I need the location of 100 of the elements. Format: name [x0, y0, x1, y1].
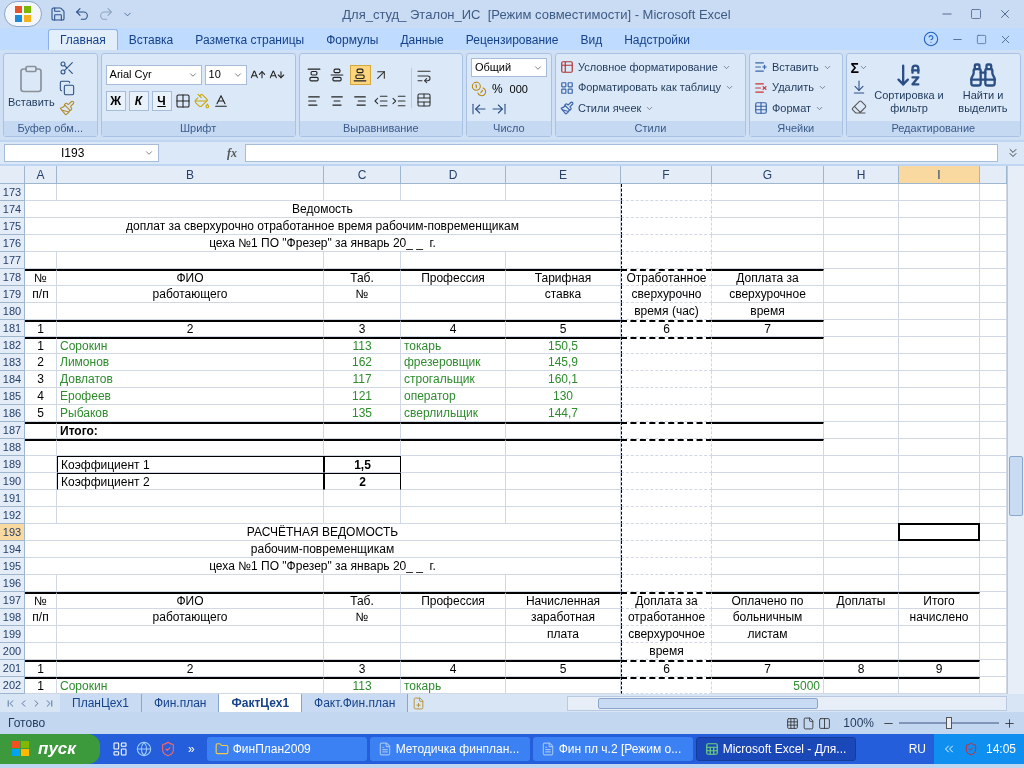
align-middle-icon: [330, 67, 345, 82]
ribbon-tab[interactable]: Вид: [569, 29, 614, 50]
increase-decimal-icon[interactable]: [470, 101, 487, 117]
autosum-button[interactable]: Σ: [850, 60, 868, 75]
cut-icon[interactable]: [58, 59, 75, 76]
shield-icon[interactable]: [160, 741, 176, 757]
underline-button[interactable]: Ч: [151, 90, 172, 111]
ribbon-tab[interactable]: Разметка страницы: [184, 29, 316, 50]
sort-filter-button[interactable]: Сортировка и фильтр: [872, 60, 946, 115]
column-header[interactable]: G: [762, 166, 773, 184]
ribbon-tab[interactable]: Главная: [48, 29, 118, 50]
table-cell: время (час): [621, 303, 712, 320]
table-cell: 1: [25, 337, 57, 354]
format-painter-icon[interactable]: [58, 99, 75, 116]
column-header[interactable]: B: [186, 166, 194, 184]
group-label: Редактирование: [846, 121, 1020, 136]
thousands-button[interactable]: 000: [507, 80, 530, 98]
expand-icon[interactable]: [1006, 146, 1020, 160]
language-indicator[interactable]: RU: [908, 740, 926, 758]
new-sheet-icon[interactable]: [412, 696, 426, 710]
cells-menu-button[interactable]: Вставить: [754, 58, 832, 76]
styles-menu-button[interactable]: Стили ячеек: [559, 99, 734, 117]
group-label: Ячейки: [750, 121, 842, 136]
coins-icon[interactable]: [470, 81, 487, 97]
number-format-dropdown[interactable]: Общий: [470, 58, 547, 77]
formula-input[interactable]: [245, 144, 998, 162]
name-box[interactable]: I193: [4, 144, 159, 162]
grid-icon: [559, 80, 574, 95]
column-header[interactable]: F: [662, 166, 670, 184]
close-icon[interactable]: [998, 7, 1012, 21]
zoom-level: 100%: [843, 715, 874, 732]
restore-icon[interactable]: [976, 33, 987, 45]
first-sheet-icon[interactable]: [5, 697, 16, 709]
ribbon-tab[interactable]: Данные: [389, 29, 455, 50]
vertical-scrollbar[interactable]: [1007, 166, 1024, 694]
undo-icon[interactable]: [74, 6, 90, 22]
folder-icon: [214, 742, 229, 756]
cells-menu-button[interactable]: Формат: [754, 99, 832, 117]
sheet-tab[interactable]: Фин.план: [141, 694, 220, 712]
normal-view-icon[interactable]: [786, 716, 800, 730]
borders-icon[interactable]: [174, 92, 191, 109]
fill-color-icon[interactable]: [193, 92, 210, 109]
column-header[interactable]: C: [357, 166, 367, 184]
antivirus-icon[interactable]: [963, 742, 978, 756]
office-button[interactable]: [4, 1, 42, 27]
italic-button[interactable]: К: [128, 90, 149, 111]
sheet-tab[interactable]: Факт.Фин.план: [302, 694, 409, 712]
cells-menu-button[interactable]: Удалить: [754, 79, 832, 96]
decrease-decimal-icon[interactable]: [490, 101, 507, 117]
page-break-icon[interactable]: [818, 716, 832, 730]
more-button[interactable]: »: [188, 740, 195, 758]
status-text: Готово: [8, 715, 46, 732]
bold-button[interactable]: Ж: [105, 90, 126, 111]
browser-icon[interactable]: [136, 741, 152, 757]
zoom-in-icon[interactable]: [1003, 716, 1016, 730]
caret-icon[interactable]: [144, 148, 154, 158]
help-icon[interactable]: [923, 31, 939, 47]
column-header[interactable]: E: [559, 166, 567, 184]
taskbar-button[interactable]: Методичка финплан...: [369, 737, 530, 761]
taskbar-button[interactable]: Фин пл ч.2 [Режим о...: [532, 737, 693, 761]
merge-cells-icon[interactable]: [415, 91, 432, 108]
font-size-dropdown[interactable]: 10: [204, 64, 247, 85]
sheet-tab[interactable]: ФактЦех1: [219, 694, 303, 712]
desktop-icon[interactable]: [112, 741, 128, 757]
ribbon-tab[interactable]: Надстройки: [613, 29, 701, 50]
styles-menu-button[interactable]: Форматировать как таблицу: [559, 79, 734, 96]
alignment-button[interactable]: [349, 64, 371, 85]
caret-icon[interactable]: [818, 83, 827, 92]
column-header[interactable]: H: [856, 166, 866, 184]
table-cell: ФИО: [57, 592, 324, 609]
align-top-icon: [307, 67, 322, 82]
function-button[interactable]: fx: [167, 144, 237, 162]
find-select-button[interactable]: Найти и выделить: [950, 60, 1016, 115]
eraser-icon[interactable]: [850, 98, 867, 115]
taskbar-button[interactable]: Microsoft Excel - Для...: [695, 737, 856, 761]
caret-icon[interactable]: [859, 63, 868, 72]
table-cell: Таб.: [324, 269, 401, 286]
last-sheet-icon[interactable]: [44, 697, 55, 709]
ribbon-tab[interactable]: Рецензирование: [454, 29, 570, 50]
column-header[interactable]: I: [937, 166, 941, 184]
taskbar-button[interactable]: ФинПлан2009: [206, 737, 367, 761]
zoom-slider[interactable]: [899, 717, 999, 729]
table-cell: сверхурочное: [712, 286, 824, 303]
styles-menu-button[interactable]: Условное форматирование: [559, 58, 734, 76]
caret-icon[interactable]: [725, 83, 734, 92]
ribbon-tab[interactable]: Формулы: [315, 29, 390, 50]
horizontal-scrollbar[interactable]: [567, 695, 1007, 711]
page-layout-icon[interactable]: [802, 716, 816, 730]
ribbon-tab[interactable]: Вставка: [117, 29, 185, 50]
copy-icon[interactable]: [58, 79, 75, 96]
font-name-dropdown[interactable]: Arial Cyr: [105, 64, 202, 85]
column-header[interactable]: A: [36, 166, 45, 184]
save-icon[interactable]: [50, 6, 66, 22]
font-color-icon[interactable]: [212, 92, 229, 109]
percent-button[interactable]: %: [489, 80, 505, 98]
paste-button[interactable]: Вставить: [8, 64, 55, 111]
maximize-icon[interactable]: [970, 8, 982, 20]
sheet-tab[interactable]: ПланЦех1: [60, 694, 142, 712]
start-button[interactable]: пуск: [0, 734, 100, 764]
column-header[interactable]: D: [448, 166, 458, 184]
